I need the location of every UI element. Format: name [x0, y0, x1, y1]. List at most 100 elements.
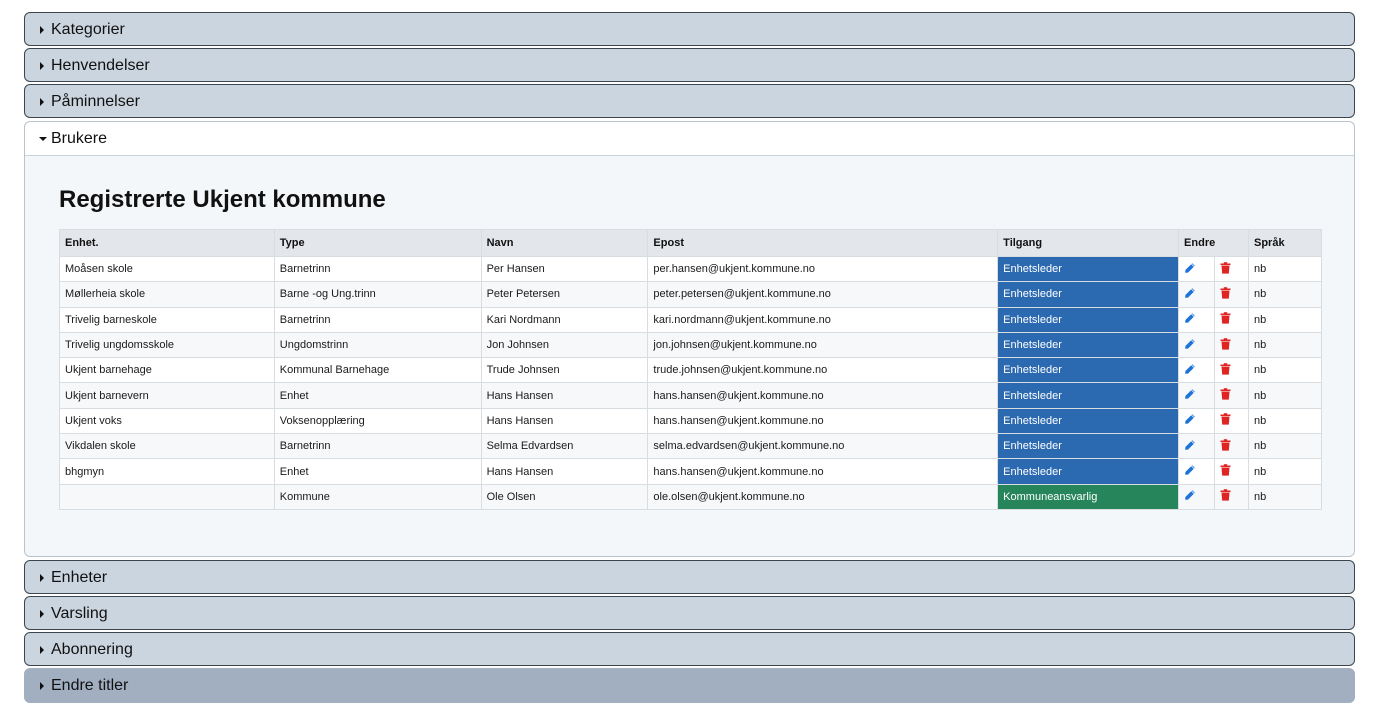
edit-cell — [1178, 382, 1216, 409]
section-header-enheter[interactable]: Enheter — [25, 561, 1354, 594]
edit-cell — [1178, 357, 1216, 384]
section-header-endre-titler[interactable]: Endre titler — [25, 669, 1354, 702]
trash-icon[interactable] — [1220, 489, 1231, 504]
pencil-icon[interactable] — [1184, 388, 1196, 403]
column-header: Tilgang — [997, 229, 1180, 257]
pencil-icon[interactable] — [1184, 287, 1196, 302]
section-title: Enheter — [51, 568, 108, 586]
trash-icon[interactable] — [1220, 261, 1231, 277]
cell-enhet: Trivelig ungdomsskole — [59, 331, 275, 359]
caret-right-icon — [39, 97, 51, 106]
caret-right-icon — [39, 681, 51, 690]
section-enheter: Enheter — [24, 560, 1355, 594]
column-header: Enhet. — [59, 229, 275, 257]
cell-epost: peter.petersen@ukjent.kommune.no — [647, 281, 999, 308]
caret-right-icon — [39, 573, 51, 582]
cell-enhet: Ukjent voks — [59, 407, 275, 435]
access-badge: Enhetsleder — [997, 255, 1180, 283]
section-header-kategorier[interactable]: Kategorier — [25, 13, 1354, 46]
pencil-icon[interactable] — [1184, 464, 1196, 479]
delete-cell — [1214, 331, 1249, 359]
trash-icon[interactable] — [1220, 464, 1231, 479]
cell-type: Barnetrinn — [273, 255, 482, 283]
column-header: Navn — [480, 229, 649, 257]
access-badge: Enhetsleder — [997, 306, 1180, 333]
access-badge: Enhetsleder — [997, 382, 1180, 409]
trash-icon[interactable] — [1220, 388, 1231, 403]
pencil-icon[interactable] — [1184, 439, 1196, 454]
edit-cell — [1178, 281, 1216, 308]
column-header: Språk — [1247, 229, 1323, 257]
cell-enhet: bhgmyn — [59, 458, 275, 485]
section-abonnering: Abonnering — [24, 632, 1355, 666]
pencil-icon[interactable] — [1184, 338, 1196, 353]
cell-navn: Ole Olsen — [480, 483, 649, 510]
caret-right-icon — [39, 25, 51, 34]
users-table: Enhet. Type Navn Epost Tilgang Endre Spr… — [59, 229, 1323, 510]
cell-sprak: nb — [1247, 255, 1323, 283]
pencil-icon[interactable] — [1184, 312, 1196, 327]
cell-epost: hans.hansen@ukjent.kommune.no — [647, 407, 999, 435]
cell-type: Enhet — [273, 458, 482, 485]
delete-cell — [1214, 357, 1249, 384]
section-title: Brukere — [51, 129, 108, 147]
pencil-icon[interactable] — [1184, 363, 1196, 378]
table-row: Ukjent barnehage Kommunal Barnehage Trude … — [59, 357, 1323, 384]
trash-icon[interactable] — [1220, 287, 1231, 302]
cell-epost: trude.johnsen@ukjent.kommune.no — [647, 357, 999, 384]
cell-epost: per.hansen@ukjent.kommune.no — [647, 255, 999, 283]
pencil-icon[interactable] — [1184, 489, 1196, 504]
cell-navn: Per Hansen — [480, 255, 649, 283]
section-header-henvendelser[interactable]: Henvendelser — [25, 49, 1354, 82]
caret-right-icon — [39, 61, 51, 70]
cell-sprak: nb — [1247, 382, 1323, 409]
delete-cell — [1214, 407, 1249, 435]
caret-right-icon — [39, 645, 51, 654]
pencil-icon[interactable] — [1184, 262, 1196, 277]
delete-cell — [1214, 255, 1249, 283]
cell-enhet: Trivelig barneskole — [59, 306, 275, 333]
trash-icon[interactable] — [1220, 312, 1231, 327]
cell-sprak: nb — [1247, 433, 1323, 460]
cell-navn: Jon Johnsen — [480, 331, 649, 359]
section-title: Abonnering — [51, 640, 133, 658]
delete-cell — [1214, 483, 1249, 510]
cell-navn: Hans Hansen — [480, 407, 649, 435]
column-header: Epost — [647, 229, 999, 257]
trash-icon[interactable] — [1220, 363, 1231, 378]
access-badge: Enhetsleder — [997, 331, 1180, 359]
edit-cell — [1178, 433, 1216, 460]
table-row: Trivelig barneskole Barnetrinn Kari Nordma… — [59, 306, 1323, 333]
edit-cell — [1178, 483, 1216, 510]
section-header-varsling[interactable]: Varsling — [25, 597, 1354, 630]
edit-cell — [1178, 458, 1216, 485]
table-row: Moåsen skole Barnetrinn Per Hansen per.hans… — [59, 255, 1323, 283]
cell-epost: ole.olsen@ukjent.kommune.no — [647, 483, 999, 510]
access-badge: Enhetsleder — [997, 407, 1180, 435]
access-badge: Enhetsleder — [997, 357, 1180, 384]
section-header-brukere[interactable]: Brukere — [25, 122, 1354, 156]
table-row: Møllerheia skole Barne -og Ung.trinn Peter… — [59, 281, 1323, 308]
cell-epost: hans.hansen@ukjent.kommune.no — [647, 382, 999, 409]
section-title: Endre titler — [51, 676, 129, 694]
cell-type: Barne -og Ung.trinn — [273, 281, 482, 308]
cell-navn: Peter Petersen — [480, 281, 649, 308]
section-header-abonnering[interactable]: Abonnering — [25, 633, 1354, 666]
access-badge: Kommuneansvarlig — [997, 483, 1180, 510]
trash-icon[interactable] — [1220, 413, 1231, 428]
cell-type: Barnetrinn — [273, 306, 482, 333]
section-brukere: Brukere Registrerte Ukjent kommune Enhet… — [24, 121, 1355, 557]
section-kategorier: Kategorier — [24, 12, 1355, 46]
edit-cell — [1178, 407, 1216, 435]
cell-enhet: Moåsen skole — [59, 255, 275, 283]
section-header-paminnelser[interactable]: Påminnelser — [25, 85, 1354, 118]
cell-type: Kommune — [273, 483, 482, 510]
pencil-icon[interactable] — [1184, 413, 1196, 428]
access-badge: Enhetsleder — [997, 433, 1180, 460]
trash-icon[interactable] — [1220, 337, 1231, 353]
delete-cell — [1214, 306, 1249, 333]
table-row: Vikdalen skole Barnetrinn Selma Edvardsen s… — [59, 433, 1323, 460]
cell-enhet: Vikdalen skole — [59, 433, 275, 460]
trash-icon[interactable] — [1220, 438, 1231, 454]
cell-epost: jon.johnsen@ukjent.kommune.no — [647, 331, 999, 359]
